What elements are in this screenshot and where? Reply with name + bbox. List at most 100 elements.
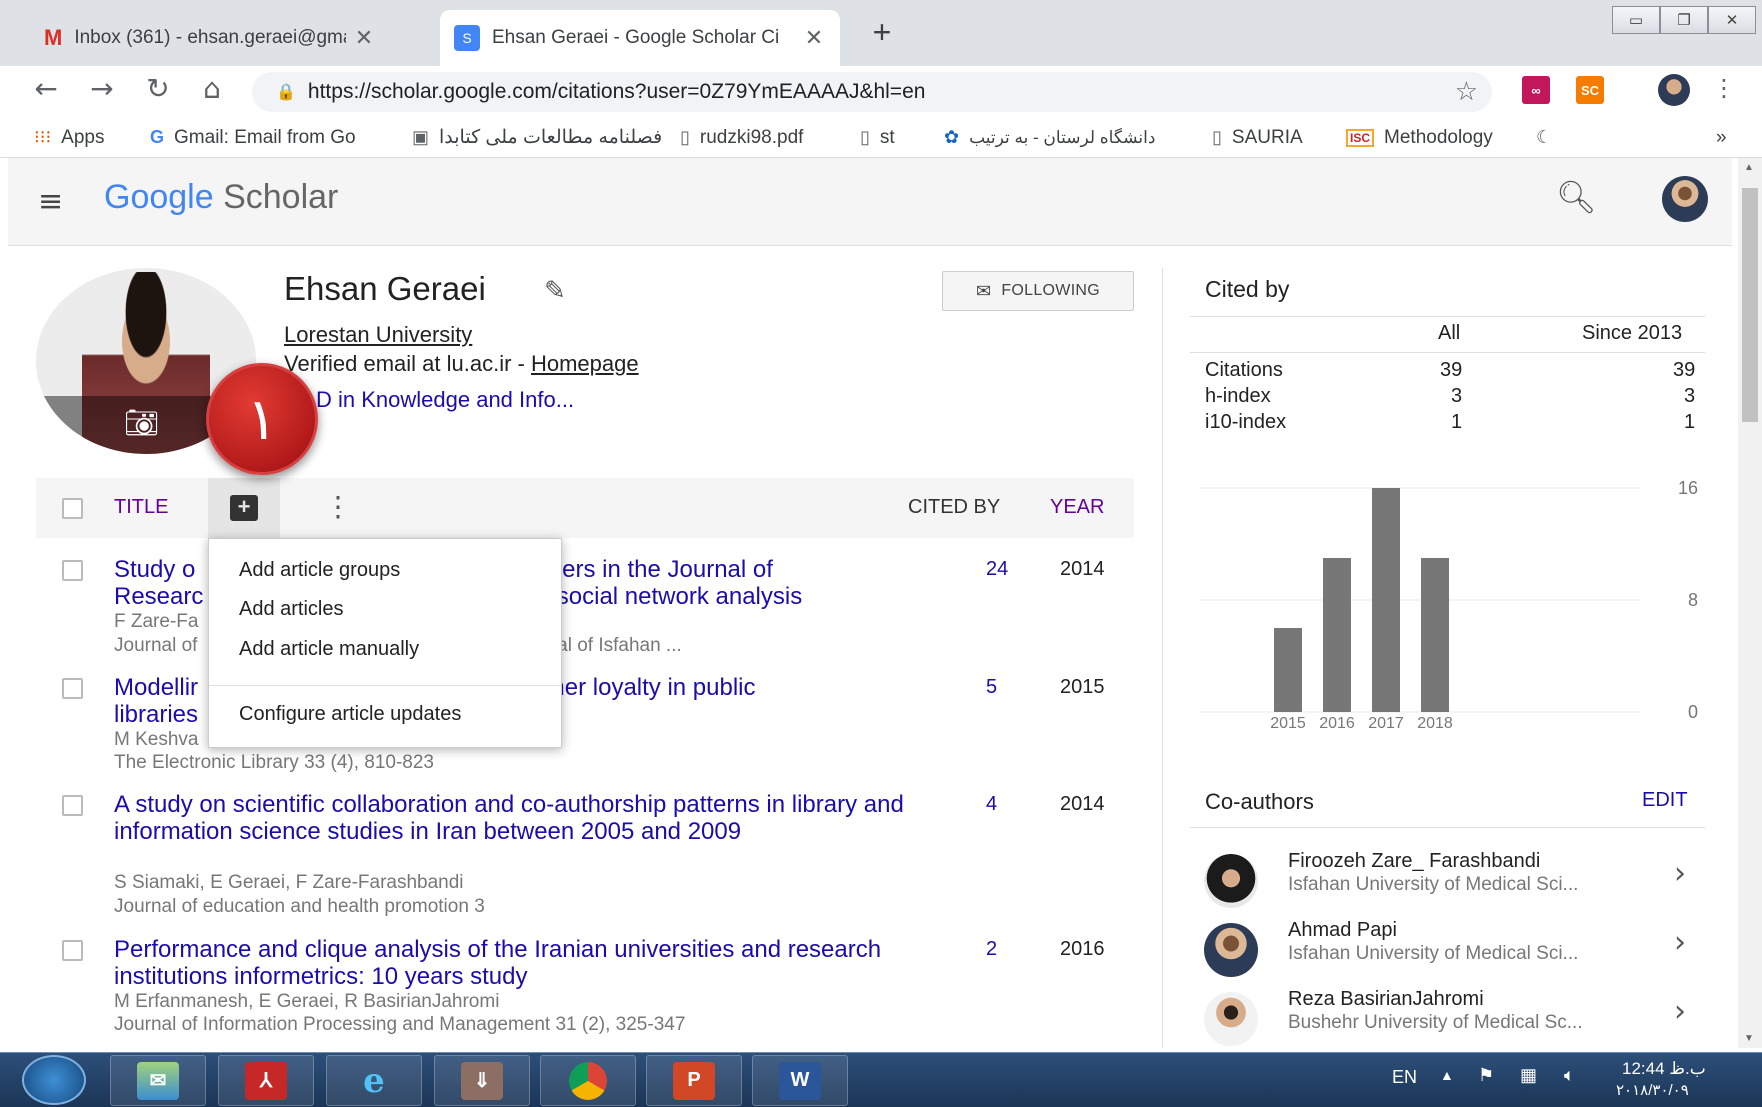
bookmark-lorestan[interactable]: ✿ دانشگاه لرستان - به ترتیب <box>944 127 1155 148</box>
site-favicon-icon: ☾ <box>1536 127 1553 147</box>
chart-bar-2017[interactable] <box>1372 488 1400 712</box>
cited-count-link[interactable]: 5 <box>986 676 997 699</box>
bookmark-methodology[interactable]: ISC Methodology <box>1346 127 1493 149</box>
new-tab-button[interactable]: + <box>864 14 900 51</box>
scroll-up-arrow-icon[interactable]: ▲ <box>1744 162 1754 173</box>
select-all-checkbox[interactable] <box>62 498 83 519</box>
row-checkbox[interactable] <box>62 940 83 961</box>
divider <box>1190 352 1705 353</box>
taskbar-email-app[interactable]: ✉ <box>110 1055 206 1106</box>
extension-icon[interactable]: ∞ <box>1522 76 1550 104</box>
tab-gmail[interactable]: M Inbox (361) - ehsan.geraei@gma ✕ <box>30 10 390 66</box>
menu-item-add-articles[interactable]: Add articles <box>239 598 344 621</box>
taskbar-ie[interactable]: e <box>326 1055 422 1106</box>
menu-item-configure-updates[interactable]: Configure article updates <box>239 703 461 726</box>
profile-avatar-icon[interactable] <box>1658 74 1690 106</box>
forward-icon[interactable]: → <box>78 72 126 105</box>
sc-extension-icon[interactable]: SC <box>1576 76 1604 104</box>
bookmark-sauria[interactable]: ▯ SAURIA <box>1212 127 1303 149</box>
taskbar-download-manager[interactable]: ⇓ <box>434 1055 530 1106</box>
volume-icon[interactable]: 🔈︎ <box>1564 1065 1575 1086</box>
clock-time[interactable]: 12:44 ب.ظ <box>1622 1059 1706 1079</box>
hamburger-menu-icon[interactable]: ≡ <box>38 184 63 219</box>
sort-by-year[interactable]: YEAR <box>1050 496 1104 519</box>
homepage-link[interactable]: Homepage <box>531 351 639 376</box>
close-icon[interactable]: ✕ <box>802 25 826 51</box>
following-button[interactable]: ✉ FOLLOWING <box>942 271 1134 311</box>
cited-count-link[interactable]: 24 <box>986 558 1008 581</box>
article-title-link[interactable]: Performance and clique analysis of the I… <box>114 936 904 990</box>
chart-bar-2018[interactable] <box>1421 558 1449 712</box>
i10index-label: i10-index <box>1205 411 1287 433</box>
sort-by-title[interactable]: TITLE <box>114 496 168 519</box>
chart-x-tick: 2015 <box>1270 715 1306 732</box>
close-icon[interactable]: ✕ <box>352 25 376 51</box>
cited-count-link[interactable]: 4 <box>986 793 997 816</box>
coauthors-edit-link[interactable]: EDIT <box>1642 789 1688 812</box>
coauthor-item[interactable]: Ahmad Papi Isfahan University of Medical… <box>1190 919 1710 983</box>
restore-icon[interactable]: ❐ <box>1660 6 1708 34</box>
tray-expand-icon[interactable]: ▲ <box>1440 1067 1454 1083</box>
coauthor-item[interactable]: Firoozeh Zare_ Farashbandi Isfahan Unive… <box>1190 850 1710 914</box>
bookmark-star-icon[interactable]: ☆ <box>1455 77 1478 107</box>
reload-icon[interactable]: ↻ <box>134 72 182 105</box>
menu-divider <box>209 685 561 686</box>
browser-tab-strip: M Inbox (361) - ehsan.geraei@gma ✕ S Ehs… <box>0 0 1762 66</box>
avatar[interactable] <box>1662 176 1708 222</box>
taskbar-powerpoint[interactable]: P <box>646 1055 742 1106</box>
row-checkbox[interactable] <box>62 678 83 699</box>
research-interest-link[interactable]: D in Knowledge and Info... <box>316 387 574 413</box>
bookmark-journal[interactable]: ▣ فصلنامه مطالعات ملی کتابدا <box>412 126 662 149</box>
scroll-down-arrow-icon[interactable]: ▼ <box>1744 1033 1754 1044</box>
bookmark-extra[interactable]: ☾ <box>1536 127 1552 148</box>
taskbar-word[interactable]: W <box>752 1055 848 1106</box>
bookmark-gmail[interactable]: G Gmail: Email from Go <box>150 127 356 149</box>
row-checkbox[interactable] <box>62 560 83 581</box>
minimize-icon[interactable]: ▭ <box>1612 6 1660 34</box>
taskbar-acrobat[interactable]: ⅄ <box>218 1055 314 1106</box>
scrollbar-thumb[interactable] <box>1742 188 1758 422</box>
bookmark-st[interactable]: ▯ st <box>860 127 895 149</box>
address-bar[interactable]: 🔒 https://scholar.google.com/citations?u… <box>252 72 1492 112</box>
bookmark-apps[interactable]: ⁝⁝⁝ Apps <box>34 127 104 149</box>
start-button-icon[interactable] <box>22 1055 86 1105</box>
language-indicator[interactable]: EN <box>1392 1067 1417 1088</box>
following-label: FOLLOWING <box>1001 282 1101 299</box>
page-scrollbar[interactable]: ▲ ▼ <box>1738 158 1762 1048</box>
sort-by-cited[interactable]: CITED BY <box>908 496 1000 519</box>
bookmark-label: Methodology <box>1384 126 1493 148</box>
action-center-flag-icon[interactable]: ⚑ <box>1478 1065 1494 1086</box>
add-photo-camera-icon[interactable]: 📷︎ <box>124 406 160 439</box>
close-window-icon[interactable]: ✕ <box>1708 6 1756 34</box>
tab-scholar[interactable]: S Ehsan Geraei - Google Scholar Ci ✕ <box>440 10 840 66</box>
edit-pencil-icon[interactable]: ✎ <box>544 276 566 306</box>
chart-bar-2016[interactable] <box>1323 558 1351 712</box>
cited-count-link[interactable]: 2 <box>986 938 997 961</box>
more-actions-icon[interactable]: ⋮ <box>324 490 352 523</box>
home-icon[interactable]: ⌂ <box>188 72 236 105</box>
file-icon: ▯ <box>680 127 690 147</box>
citations-label: Citations <box>1205 359 1283 381</box>
tab-label: Ehsan Geraei - Google Scholar Ci <box>492 27 780 48</box>
menu-item-add-article-manually[interactable]: Add article manually <box>239 638 419 661</box>
chart-bar-2015[interactable] <box>1274 628 1302 712</box>
scholar-icon: S <box>454 25 480 51</box>
menu-kebab-icon[interactable]: ⋮ <box>1700 74 1748 102</box>
bookmarks-overflow[interactable]: » <box>1716 127 1727 149</box>
lock-icon: 🔒 <box>276 84 296 101</box>
menu-item-add-article-groups[interactable]: Add article groups <box>239 559 400 582</box>
network-icon[interactable]: ▦ <box>1520 1065 1537 1086</box>
affiliation-link[interactable]: Lorestan University <box>284 322 472 348</box>
site-favicon-icon: ✿ <box>944 127 960 147</box>
bookmark-rudzki[interactable]: ▯ rudzki98.pdf <box>680 127 803 149</box>
row-checkbox[interactable] <box>62 795 83 816</box>
coauthor-item[interactable]: Reza BasirianJahromi Bushehr University … <box>1190 988 1710 1052</box>
clock-date[interactable]: ۲۰۱۸/۳۰/۰۹ <box>1616 1081 1689 1099</box>
back-icon[interactable]: ← <box>22 72 70 105</box>
taskbar-chrome[interactable] <box>540 1055 636 1106</box>
google-scholar-logo[interactable]: Google Scholar <box>104 178 338 217</box>
table-row: Performance and clique analysis of the I… <box>36 936 1134 1046</box>
add-article-button[interactable]: + <box>208 478 280 538</box>
search-icon[interactable]: 🔍︎ <box>1556 178 1597 216</box>
article-title-link[interactable]: A study on scientific collaboration and … <box>114 791 904 845</box>
